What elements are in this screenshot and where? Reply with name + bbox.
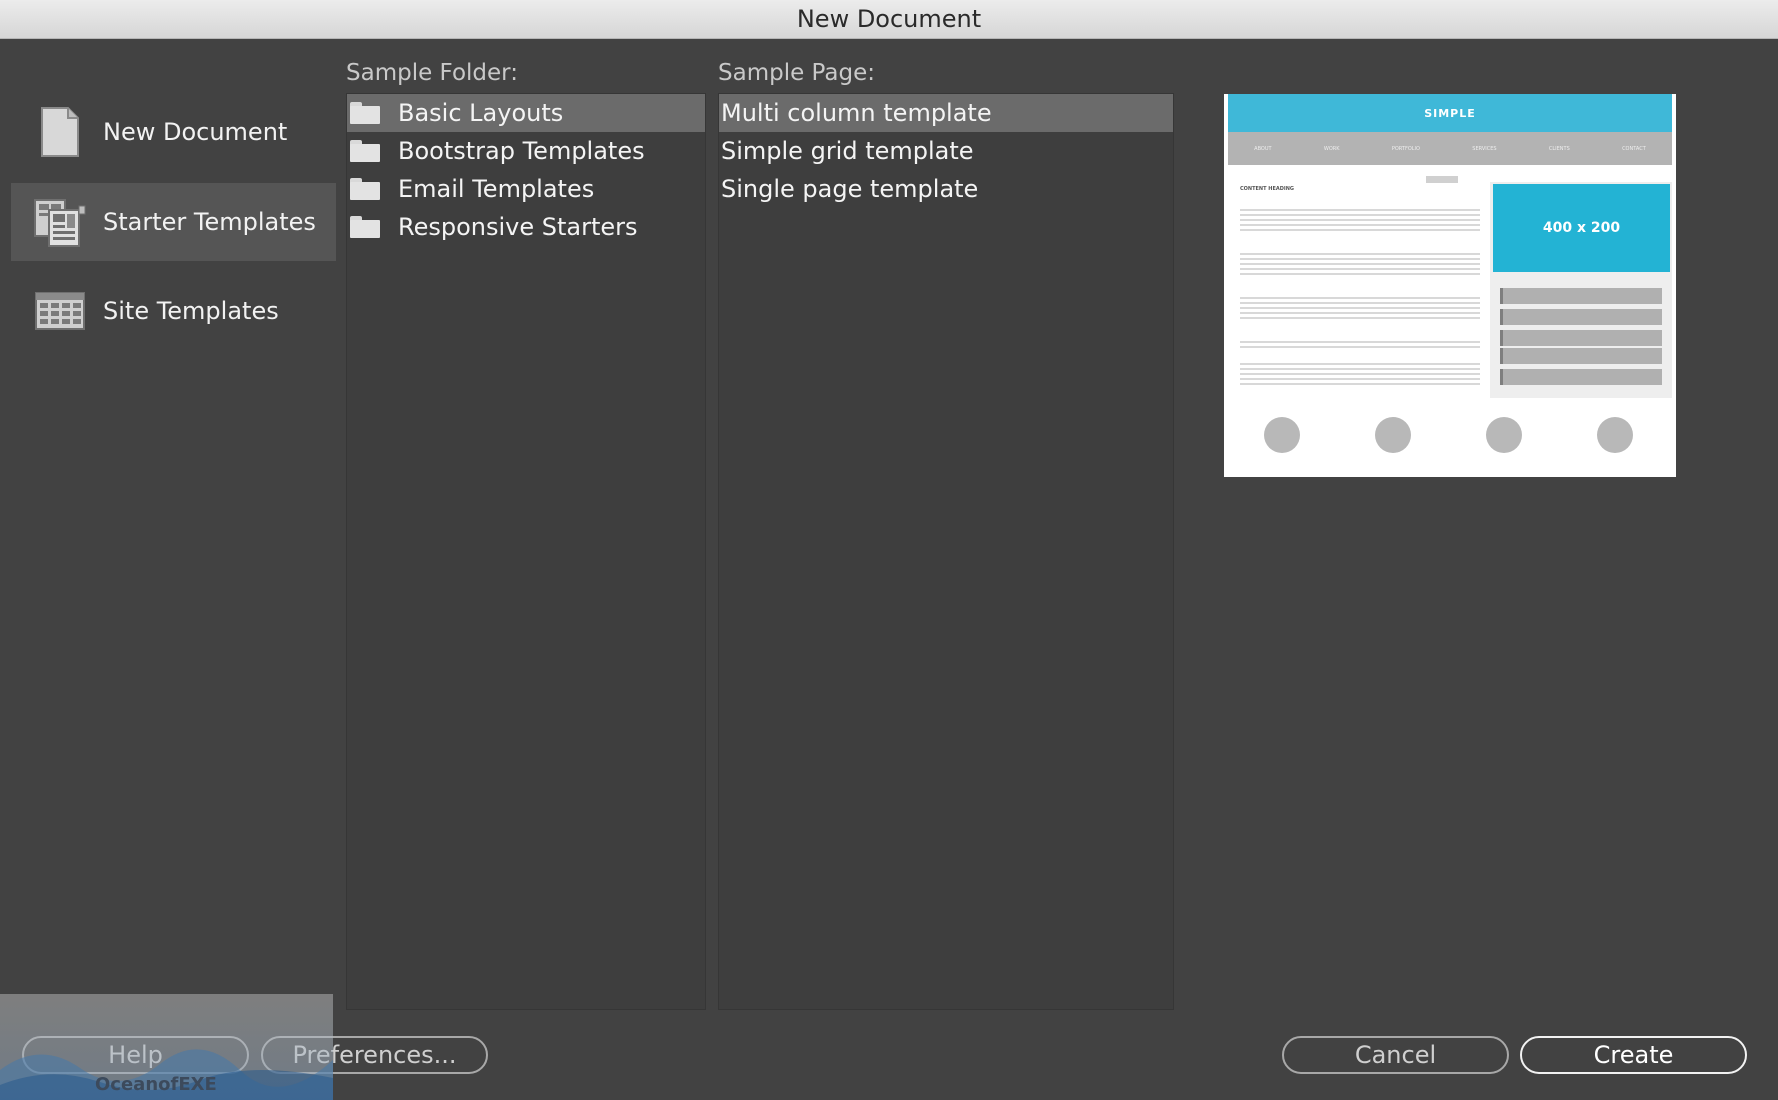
sample-folder-list[interactable]: Basic Layouts Bootstrap Templates Email … (346, 93, 706, 1010)
preview-nav-item: SERVICES (1472, 145, 1497, 152)
preview-circle (1264, 417, 1300, 453)
preview-paragraph (1240, 294, 1480, 320)
preview-image-placeholder: 400 x 200 (1493, 184, 1670, 272)
preview-circle (1597, 417, 1633, 453)
sidebar-item-starter-templates[interactable]: Starter Templates (11, 183, 336, 261)
cancel-button[interactable]: Cancel (1282, 1036, 1509, 1074)
sidebar-item-label: Site Templates (103, 297, 279, 325)
preview-paragraph (1240, 360, 1480, 386)
preview-paragraph (1240, 206, 1480, 232)
preview-side-button (1500, 309, 1662, 325)
sidebar-item-label: New Document (103, 118, 288, 146)
preview-circle (1375, 417, 1411, 453)
folder-item-label: Basic Layouts (398, 99, 564, 127)
blank-document-icon (25, 102, 95, 162)
window-titlebar: New Document (0, 0, 1778, 39)
watermark-text: OceanofEXE (95, 1074, 217, 1095)
site-templates-icon (25, 281, 95, 341)
page-item-multi-column[interactable]: Multi column template (719, 94, 1173, 132)
preferences-button[interactable]: Preferences... (261, 1036, 488, 1074)
preview-paragraph (1240, 338, 1480, 348)
folder-item-responsive-starters[interactable]: Responsive Starters (347, 208, 705, 246)
preview-circle (1486, 417, 1522, 453)
sample-page-label: Sample Page: (718, 60, 875, 86)
preview-nav-item: ABOUT (1254, 145, 1272, 152)
preview-badge (1426, 176, 1458, 183)
page-item-single-page[interactable]: Single page template (719, 170, 1173, 208)
starter-templates-icon (25, 192, 95, 252)
folder-icon (350, 178, 380, 200)
folder-icon (350, 216, 380, 238)
preview-nav-item: PORTFOLIO (1391, 145, 1420, 152)
preview-nav-item: CONTACT (1622, 145, 1646, 152)
sidebar-item-site-templates[interactable]: Site Templates (11, 272, 336, 350)
page-item-label: Single page template (721, 175, 979, 203)
folder-icon (350, 102, 380, 124)
preview-side-button (1500, 369, 1662, 385)
folder-item-email-templates[interactable]: Email Templates (347, 170, 705, 208)
sidebar-item-new-document[interactable]: New Document (11, 93, 336, 171)
page-item-label: Simple grid template (721, 137, 974, 165)
window-title: New Document (796, 5, 982, 33)
sample-folder-label: Sample Folder: (346, 60, 518, 86)
page-item-label: Multi column template (721, 99, 992, 127)
folder-icon (350, 140, 380, 162)
preview-paragraph (1240, 250, 1480, 276)
preview-heading: CONTENT HEADING (1240, 186, 1295, 192)
folder-item-label: Responsive Starters (398, 213, 638, 241)
template-preview: SIMPLE ABOUT WORK PORTFOLIO SERVICES CLI… (1224, 94, 1676, 477)
preview-nav: ABOUT WORK PORTFOLIO SERVICES CLIENTS CO… (1228, 132, 1672, 165)
preview-nav-item: CLIENTS (1548, 145, 1570, 152)
create-button[interactable]: Create (1520, 1036, 1747, 1074)
folder-item-bootstrap-templates[interactable]: Bootstrap Templates (347, 132, 705, 170)
folder-item-label: Email Templates (398, 175, 595, 203)
folder-item-label: Bootstrap Templates (398, 137, 645, 165)
sidebar-item-label: Starter Templates (103, 208, 316, 236)
preview-side-button (1500, 288, 1662, 304)
preview-side-button (1500, 330, 1662, 346)
page-item-simple-grid[interactable]: Simple grid template (719, 132, 1173, 170)
preview-header: SIMPLE (1228, 94, 1672, 132)
folder-item-basic-layouts[interactable]: Basic Layouts (347, 94, 705, 132)
help-button[interactable]: Help (22, 1036, 249, 1074)
preview-side-button (1500, 348, 1662, 364)
preview-nav-item: WORK (1323, 145, 1340, 152)
sample-page-list[interactable]: Multi column template Simple grid templa… (718, 93, 1174, 1010)
